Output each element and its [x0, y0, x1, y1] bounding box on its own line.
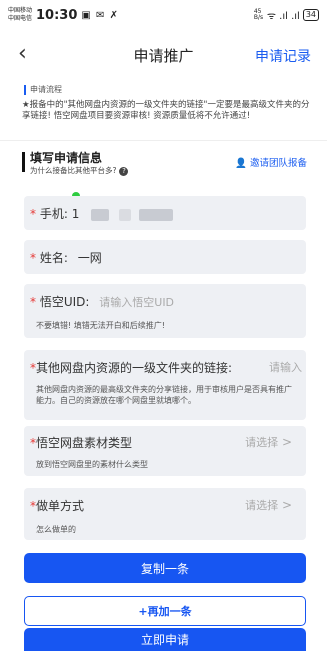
copy-button[interactable]: 复制一条: [24, 553, 306, 583]
flow-label: 申请流程: [30, 85, 62, 94]
section-bar: [22, 152, 25, 172]
method-hint: 怎么做单的: [36, 525, 76, 534]
type-hint: 放到悟空网盘里的素材什么类型: [36, 460, 148, 469]
status-right: 45 B/s ᯤ .ıl .ıl 34: [254, 8, 319, 22]
type-placeholder: 请选择: [245, 436, 279, 449]
section-subtitle[interactable]: 为什么接备比其他平台多??: [30, 165, 129, 176]
uid-hint: 不要填错! 填错无法开白和后续推广!: [36, 321, 165, 330]
phone-label-text: 手机:: [39, 207, 68, 221]
link-row[interactable]: *其他网盘内资源的一级文件夹的链接: 请输入 其他网盘内资源的最高级文件夹的分享…: [24, 350, 306, 420]
redacted-block: [119, 208, 131, 221]
form-section-header: 填写申请信息 为什么接备比其他平台多?? 👤 邀请团队报备: [0, 140, 327, 183]
signal-icon: ᯤ .ıl .ıl: [266, 11, 300, 22]
method-row[interactable]: *做单方式 请选择 > 怎么做单的: [24, 488, 306, 540]
section-title: 填写申请信息: [30, 151, 103, 165]
link-label: *其他网盘内资源的一级文件夹的链接: 请输入: [30, 359, 306, 376]
redacted-block: [138, 208, 173, 221]
uid-input[interactable]: 请输入悟空UID: [99, 296, 174, 309]
net-speed: 45 B/s: [253, 8, 264, 21]
method-select[interactable]: 请选择 >: [245, 497, 292, 513]
type-label: *悟空网盘素材类型 请选择 >: [30, 434, 300, 451]
battery-icon: 34: [302, 9, 319, 21]
type-select[interactable]: 请选择 >: [245, 434, 292, 450]
redacted-block: [91, 208, 110, 221]
link-label-text: 其他网盘内资源的一级文件夹的链接:: [36, 361, 233, 375]
required-mark: *: [30, 295, 36, 309]
required-mark: *: [30, 251, 36, 265]
phone-value[interactable]: 1: [72, 207, 80, 221]
submit-button[interactable]: 立即申请: [24, 628, 306, 651]
back-arrow-icon[interactable]: ‹: [18, 42, 27, 66]
status-time: 10:30: [36, 7, 78, 23]
section-subtitle-text: 为什么接备比其他平台多?: [30, 166, 117, 175]
carrier-1: 中国移动: [8, 7, 33, 14]
chevron-right-icon: >: [281, 435, 292, 449]
chevron-right-icon: >: [281, 498, 292, 512]
uid-label-text: 悟空UID:: [39, 295, 90, 309]
flow-text: ★报备中的"其他网盘内资源的一级文件夹的链接"一定要是最高级文件夹的分享链接! …: [22, 100, 310, 121]
invite-label: 邀请团队报备: [249, 158, 307, 169]
name-row[interactable]: * 姓名: 一网: [24, 240, 306, 274]
carrier-info: 中国移动 中国电信: [8, 7, 32, 23]
phone-label: * 手机: 1: [30, 205, 173, 222]
user-icon: 👤: [235, 158, 247, 169]
uid-row[interactable]: * 悟空UID: 请输入悟空UID 不要填错! 填错无法开白和后续推广!: [24, 284, 306, 338]
page-title: 申请推广: [133, 46, 194, 65]
nav-bar: ‹ 申请推广 申请记录: [0, 30, 327, 80]
notification-icons: ▣ ✉ ✗: [81, 9, 119, 21]
type-label-text: 悟空网盘素材类型: [36, 436, 133, 450]
name-value[interactable]: 一网: [78, 251, 102, 265]
name-label: * 姓名: 一网: [30, 249, 102, 266]
uid-label: * 悟空UID: 请输入悟空UID: [30, 293, 174, 310]
carrier-2: 中国电信: [8, 15, 33, 22]
add-another-button[interactable]: +再加一条: [24, 596, 306, 626]
flow-notice: 申请流程 ★报备中的"其他网盘内资源的一级文件夹的链接"一定要是最高级文件夹的分…: [0, 80, 327, 140]
apply-records-link[interactable]: 申请记录: [255, 46, 311, 66]
method-placeholder: 请选择: [245, 499, 279, 512]
link-hint: 其他网盘内资源的最高级文件夹的分享链接，用于审核用户是否具有推广能力。自己的资源…: [36, 385, 292, 405]
name-label-text: 姓名:: [39, 251, 68, 265]
phone-row[interactable]: * 手机: 1: [24, 196, 306, 230]
required-mark: *: [30, 207, 36, 221]
help-icon[interactable]: ?: [119, 167, 129, 176]
invite-team-link[interactable]: 👤 邀请团队报备: [235, 155, 307, 169]
status-bar: 中国移动 中国电信 10:30 ▣ ✉ ✗ 45 B/s ᯤ .ıl .ıl 3…: [0, 0, 327, 30]
type-row[interactable]: *悟空网盘素材类型 请选择 > 放到悟空网盘里的素材什么类型: [24, 426, 306, 476]
link-input[interactable]: 请输入: [269, 359, 302, 375]
method-label: *做单方式 请选择 >: [30, 497, 300, 514]
flow-bar: [24, 85, 26, 95]
status-left: 中国移动 中国电信 10:30 ▣ ✉ ✗: [8, 7, 119, 23]
method-label-text: 做单方式: [36, 499, 85, 513]
